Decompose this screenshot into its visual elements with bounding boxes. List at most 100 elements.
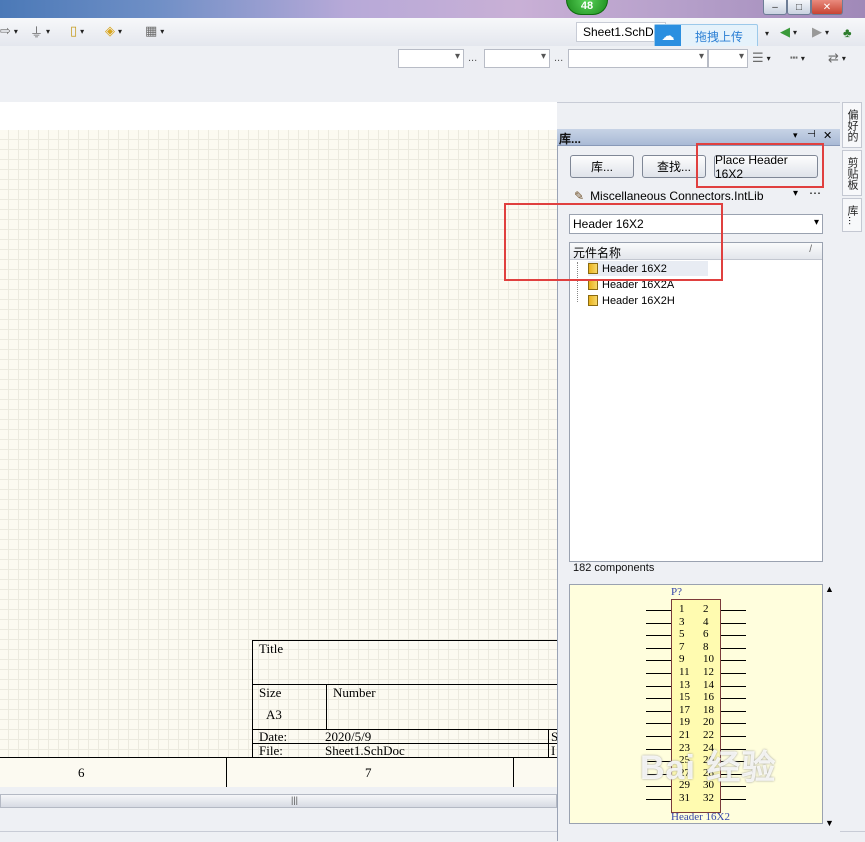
panel-title: 库... (559, 132, 582, 146)
size-label: Size (259, 685, 282, 700)
library-name: Miscellaneous Connectors.IntLib (590, 189, 764, 203)
scroll-up-icon[interactable]: ▲ (825, 584, 834, 594)
pin-line (646, 673, 671, 674)
pin-line (721, 647, 746, 649)
dash-style-icon[interactable]: ┅ ▾ (790, 50, 805, 66)
zone-marker: 7 (365, 765, 372, 780)
tree-icon[interactable]: ♣ (843, 24, 852, 40)
pin-line (721, 685, 746, 687)
minimize-button[interactable]: – (763, 0, 787, 15)
panel-close-icon[interactable]: ✕ (823, 129, 832, 142)
library-more-icon[interactable]: ⋯ (809, 186, 821, 200)
size-more-dots[interactable]: ... (554, 52, 563, 64)
pin-number: 9 (679, 653, 685, 666)
cloud-icon: ☁ (655, 25, 681, 47)
pin-number: 7 (679, 640, 685, 653)
panel-menu-icon[interactable]: ▾ (793, 130, 798, 141)
scroll-down-icon[interactable]: ▼ (825, 818, 834, 828)
preview-component-name: Header 16X2 (671, 811, 730, 823)
pin-line (646, 698, 671, 700)
pin-number: 17 (679, 703, 690, 716)
library-button[interactable]: 库... (570, 155, 634, 178)
canvas-margin (0, 102, 557, 130)
pin-line (646, 723, 671, 725)
forward-icon[interactable]: ▶ ▾ (812, 24, 829, 40)
pin-line (646, 660, 671, 662)
pin-number: 8 (703, 640, 709, 653)
pin-line (646, 647, 671, 649)
scrollbar-thumb[interactable]: ||| (0, 794, 557, 808)
ground-tool-icon[interactable]: ⏚ ▾ (30, 23, 50, 40)
component-name: Header 16X2H (602, 294, 675, 307)
library-dropdown-icon[interactable]: ▾ (793, 188, 798, 199)
title-label: Title (259, 641, 284, 656)
library-icon: ✎ (574, 189, 585, 203)
pin-number: 12 (703, 666, 714, 678)
component-icon (588, 295, 598, 306)
width-combo[interactable] (708, 49, 748, 68)
align-icon[interactable]: ⇄ ▾ (828, 50, 846, 66)
tab-library[interactable]: 库... (842, 198, 862, 232)
pin-line (721, 660, 746, 662)
pin-number: 16 (703, 691, 714, 704)
pin-line (721, 736, 746, 737)
line-style-icon[interactable]: ☰ ▾ (752, 50, 771, 66)
port-tool-icon[interactable]: ⇨ ▾ (0, 23, 18, 39)
sheet-symbol-icon[interactable]: ◈ ▾ (105, 23, 122, 39)
pin-number: 11 (679, 666, 690, 678)
pin-number: 3 (679, 615, 685, 628)
pin-number: 5 (679, 628, 685, 641)
grid-icon[interactable]: ▦ ▾ (145, 23, 164, 39)
pin-line (721, 622, 746, 624)
number-label: Number (333, 685, 376, 700)
pin-line (721, 710, 746, 712)
pin-line (646, 799, 671, 800)
pin-line (721, 799, 746, 800)
pin-line (721, 635, 746, 637)
dropdown-arrow-icon[interactable]: ▾ (762, 25, 769, 41)
pin-number: 4 (703, 615, 709, 628)
preview-scrollbar[interactable]: ▲ ▼ (824, 584, 836, 830)
title-block: Title Size A3 Number Date: 2020/5/9 S Fi… (252, 640, 558, 758)
pin-line (646, 685, 671, 687)
pin-number: 13 (679, 678, 690, 691)
pin-line (646, 610, 671, 611)
pin-line (721, 723, 746, 725)
highlight-component (504, 203, 723, 281)
font-combo[interactable] (398, 49, 464, 68)
upload-label: 拖拽上传 (695, 29, 744, 44)
pin-number: 2 (703, 603, 709, 615)
zone-marker: 6 (78, 765, 85, 780)
pin-number: 14 (703, 678, 714, 691)
highlight-place-button (696, 143, 824, 188)
pin-number: 20 (703, 716, 714, 729)
pin-icon[interactable]: ⊣ (807, 129, 816, 140)
close-button[interactable]: ✕ (811, 0, 843, 15)
pin-number: 6 (703, 628, 709, 641)
pin-line (646, 622, 671, 624)
size-combo[interactable] (484, 49, 550, 68)
pin-number: 31 (679, 792, 690, 804)
pin-line (721, 610, 746, 611)
pin-number: 19 (679, 716, 690, 729)
part-tool-icon[interactable]: ▯ ▾ (70, 23, 84, 39)
drag-upload-button[interactable]: ☁ 拖拽上传 (654, 24, 758, 48)
pin-number: 1 (679, 603, 685, 615)
toolbar-spacer (0, 76, 840, 103)
tab-clipboard[interactable]: 剪贴板 (842, 150, 862, 196)
back-icon[interactable]: ◀ ▾ (780, 24, 797, 40)
component-count: 182 components (573, 562, 655, 574)
document-tab-sheet1[interactable]: Sheet1.SchDoc (576, 22, 666, 42)
font-more-dots[interactable]: ... (468, 52, 477, 64)
filter-dropdown-icon[interactable]: ▾ (814, 217, 819, 228)
watermark: Bai 经验 (640, 749, 777, 787)
tab-favorites[interactable]: 偏好的 (842, 102, 862, 148)
pin-line (721, 673, 746, 674)
maximize-button[interactable]: □ (787, 0, 811, 15)
pin-line (646, 736, 671, 737)
list-item[interactable]: Header 16X2H (588, 293, 675, 308)
pin-number: 15 (679, 691, 690, 704)
style-combo[interactable] (568, 49, 708, 68)
window-title-bar (0, 0, 865, 18)
preview-designator: P? (671, 586, 682, 598)
